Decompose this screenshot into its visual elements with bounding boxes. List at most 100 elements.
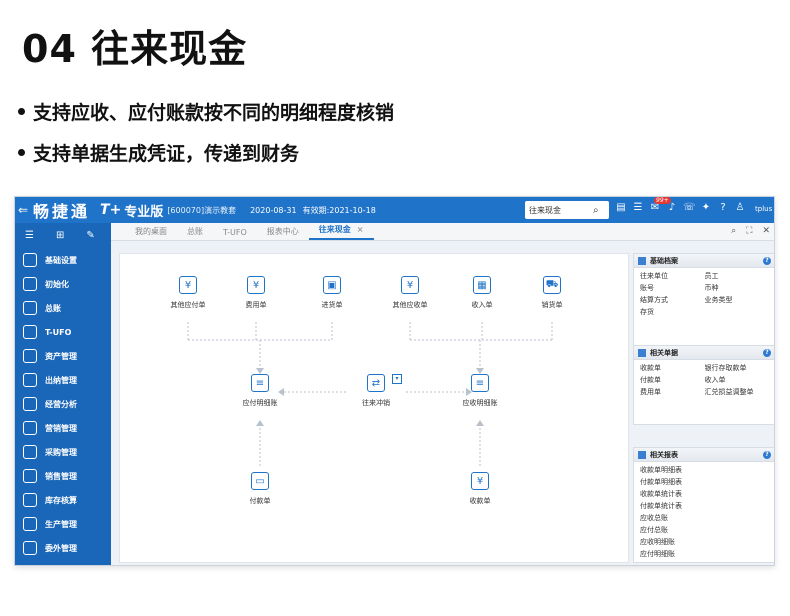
flow-node-receivable-detail[interactable]: ≡ 应收明细账 <box>450 374 510 408</box>
flow-node-other-receivable[interactable]: ¥ 其他应收单 <box>380 276 440 310</box>
help-icon[interactable]: ? <box>763 451 771 459</box>
panel-link[interactable]: 应收总账 <box>640 512 769 524</box>
help-icon[interactable]: ? <box>717 202 729 213</box>
payment-card-icon: ▭ <box>251 472 269 490</box>
panel-link[interactable]: 收款单明细表 <box>640 464 769 476</box>
sidebar-item[interactable]: 资产管理 <box>15 344 111 368</box>
panel-link[interactable]: 收入单 <box>705 374 770 386</box>
flow-node-payable-detail[interactable]: ≡ 应付明细账 <box>230 374 290 408</box>
app-window: ⇐ 畅捷通 T+ 专业版 [600070]演示教套 2020-08-31 有效期… <box>14 196 775 566</box>
bullet-2: 支持单据生成凭证，传递到财务 <box>18 139 299 166</box>
panel-link[interactable]: 存货 <box>640 306 705 318</box>
sidebar-item[interactable]: 经营分析 <box>15 392 111 416</box>
sidebar-item-label: 资产管理 <box>45 351 77 361</box>
document-icon <box>638 348 646 357</box>
edit-icon[interactable]: ✎ <box>86 230 94 241</box>
panel-link[interactable]: 币种 <box>705 282 770 294</box>
tasks-icon[interactable]: ☰ <box>632 202 644 213</box>
panel-link[interactable]: 收款单 <box>640 362 705 374</box>
tab-ledger[interactable]: 总账 <box>177 226 213 240</box>
document-yen-icon: ¥ <box>401 276 419 294</box>
tab-tufo[interactable]: T-UFO <box>213 228 257 240</box>
panel-link[interactable]: 付款单 <box>640 374 705 386</box>
user-name[interactable]: tplus <box>755 205 772 213</box>
main-area: 我的桌面 总账 T-UFO 报表中心 往来现金 × ⌕ ⛶ ✕ ¥ 其他应付单 … <box>111 223 774 565</box>
flow-node-income[interactable]: ▦ 收入单 <box>452 276 512 310</box>
panel-link[interactable]: 收款单统计表 <box>640 488 769 500</box>
document-yen-icon: ¥ <box>179 276 197 294</box>
panel-docs-title: 相关单据 <box>650 348 678 357</box>
sidebar-item-label: 基础设置 <box>45 255 77 265</box>
sidebar-item[interactable]: 基础设置 <box>15 248 111 272</box>
search-input[interactable] <box>529 205 593 215</box>
gift-icon[interactable]: ✦ <box>700 202 712 213</box>
flow-node-sales[interactable]: ⛟ 销货单 <box>522 276 582 310</box>
panel-docs-header: 相关单据? <box>634 346 774 360</box>
phone-icon[interactable]: ☏ <box>683 202 696 213</box>
flow-node-receipt[interactable]: ¥ 收款单 <box>450 472 510 506</box>
receipt-yen-icon: ¥ <box>471 472 489 490</box>
bullet-1-text: 支持应收、应付账款按不同的明细程度核销 <box>33 102 395 124</box>
analysis-icon <box>23 397 37 411</box>
sidebar-item-label: 库存核算 <box>45 495 77 505</box>
panel-related-docs: 相关单据? 收款单 银行存取款单 付款单 收入单 费用单 汇兑损益调整单 <box>633 345 774 425</box>
help-icon[interactable]: ? <box>763 349 771 357</box>
account-set[interactable]: [600070]演示教套 <box>167 205 236 216</box>
sidebar-item-label: 出纳管理 <box>45 375 77 385</box>
panel-link[interactable]: 付款单统计表 <box>640 500 769 512</box>
panel-link[interactable]: 结算方式 <box>640 294 705 306</box>
sidebar-item[interactable]: 采购管理 <box>15 440 111 464</box>
sidebar-item[interactable]: 委外管理 <box>15 536 111 560</box>
panel-link[interactable]: 业务类型 <box>705 294 770 306</box>
sidebar-item[interactable]: 总账 <box>15 296 111 320</box>
back-arrow-icon[interactable]: ⇐ <box>15 203 31 217</box>
panel-link[interactable]: 应付总账 <box>640 524 769 536</box>
panel-link[interactable]: 应付明细账 <box>640 548 769 560</box>
panel-link <box>705 306 770 318</box>
panel-link[interactable]: 账号 <box>640 282 705 294</box>
tab-desktop[interactable]: 我的桌面 <box>125 226 177 240</box>
sidebar-item[interactable]: T-UFO <box>15 320 111 344</box>
favorite-icon[interactable]: ⊞ <box>56 230 64 241</box>
sidebar-item[interactable]: 销售管理 <box>15 464 111 488</box>
menu-icon[interactable]: ☰ <box>25 230 34 241</box>
warehouse-icon <box>23 493 37 507</box>
bell-icon[interactable]: ♪ <box>666 202 678 213</box>
user-icon[interactable]: ♙ <box>734 202 746 213</box>
tab-report-center[interactable]: 报表中心 <box>257 226 309 240</box>
truck-icon: ▣ <box>323 276 341 294</box>
panel-link[interactable]: 银行存取款单 <box>705 362 770 374</box>
cashier-icon <box>23 373 37 387</box>
help-icon[interactable]: ? <box>763 257 771 265</box>
flow-node-purchase[interactable]: ▣ 进货单 <box>302 276 362 310</box>
chart-icon <box>23 421 37 435</box>
sidebar-item[interactable]: 初始化 <box>15 272 111 296</box>
offset-dropdown-icon[interactable]: ▾ <box>392 374 402 384</box>
flow-node-expense[interactable]: ¥ 费用单 <box>226 276 286 310</box>
panel-link[interactable]: 付款单明细表 <box>640 476 769 488</box>
sidebar-item[interactable]: 出纳管理 <box>15 368 111 392</box>
close-all-icon[interactable]: ✕ <box>762 226 770 236</box>
tab-cash[interactable]: 往来现金 × <box>308 224 374 240</box>
sidebar-item[interactable]: 营销管理 <box>15 416 111 440</box>
message-icon[interactable]: ✉ 99+ <box>649 197 671 213</box>
sidebar-item[interactable]: 库存核算 <box>15 488 111 512</box>
edition-logo: T+ <box>100 202 122 218</box>
search-icon[interactable]: ⌕ <box>731 226 736 236</box>
panel-link[interactable]: 员工 <box>705 270 770 282</box>
global-search[interactable]: ⌕ <box>525 201 609 219</box>
sidebar-item[interactable]: 生产管理 <box>15 512 111 536</box>
close-icon[interactable]: × <box>357 225 364 234</box>
panel-link[interactable]: 应收明细账 <box>640 536 769 548</box>
flow-node-payment[interactable]: ▭ 付款单 <box>230 472 290 506</box>
flow-node-other-payable[interactable]: ¥ 其他应付单 <box>158 276 218 310</box>
ledger-icon: ≡ <box>251 374 269 392</box>
search-icon[interactable]: ⌕ <box>593 205 599 216</box>
panel-link[interactable]: 往来单位 <box>640 270 705 282</box>
fullscreen-icon[interactable]: ⛶ <box>746 226 752 236</box>
cart-icon <box>23 445 37 459</box>
calculator-icon[interactable]: ▤ <box>615 202 627 213</box>
panel-link[interactable]: 汇兑损益调整单 <box>705 386 770 398</box>
production-icon <box>23 517 37 531</box>
panel-link[interactable]: 费用单 <box>640 386 705 398</box>
